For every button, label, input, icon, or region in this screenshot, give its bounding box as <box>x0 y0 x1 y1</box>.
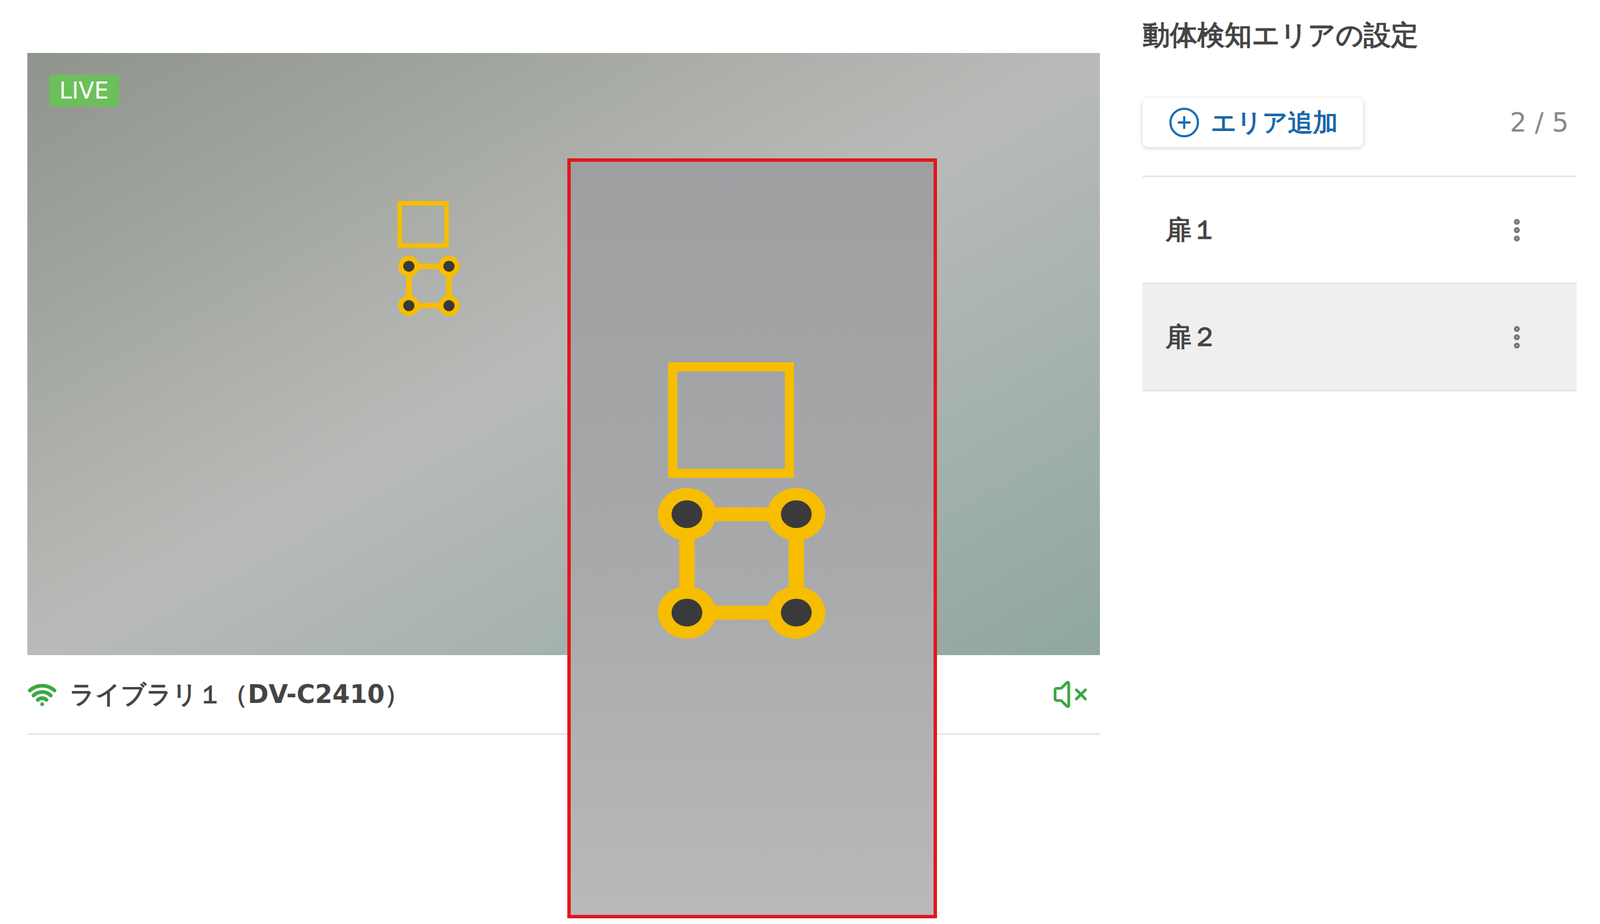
add-area-button[interactable]: エリア追加 <box>1142 97 1364 147</box>
area-list: 扉１ 扉２ <box>1142 177 1577 392</box>
wifi-icon <box>27 679 57 710</box>
zoom-detection-area-square[interactable] <box>668 362 795 478</box>
add-area-label: エリア追加 <box>1210 103 1338 142</box>
more-icon[interactable] <box>1502 322 1532 352</box>
video-frame: LIVE <box>27 52 1100 656</box>
detection-area-square[interactable] <box>397 201 449 248</box>
area-count: 2 / 5 <box>1510 103 1569 143</box>
plus-icon <box>1167 105 1201 139</box>
more-icon[interactable] <box>1502 215 1532 245</box>
area-label: 扉１ <box>1165 210 1218 250</box>
area-item[interactable]: 扉１ <box>1142 177 1577 285</box>
area-label: 扉２ <box>1165 317 1218 357</box>
area-item[interactable]: 扉２ <box>1142 284 1577 392</box>
panel-title: 動体検知エリアの設定 <box>1142 17 1577 53</box>
camera-info-bar: ライブラリ１（DV-C2410） <box>27 655 1100 735</box>
app: LIVE ライブラリ１（DV-C2410） 動体検知エリアの設定エリア追加 2 / 5… <box>0 0 1600 924</box>
settings-panel: 動体検知エリアの設定エリア追加 2 / 5 扉１ 扉２ <box>1142 0 1577 924</box>
camera-column: LIVE ライブラリ１（DV-C2410） <box>27 0 1100 924</box>
zoom-detection-area-polygon[interactable] <box>656 486 828 641</box>
detection-area-polygon[interactable] <box>397 255 461 317</box>
zoom-inset <box>567 158 937 919</box>
live-badge: LIVE <box>48 74 120 107</box>
camera-name-group: ライブラリ１（DV-C2410） <box>27 675 410 714</box>
panel-toolbar: エリア追加 2 / 5 <box>1142 97 1577 178</box>
camera-name: ライブラリ１（DV-C2410） <box>69 675 410 714</box>
video-image <box>27 52 1100 656</box>
mute-icon[interactable] <box>1052 676 1089 713</box>
